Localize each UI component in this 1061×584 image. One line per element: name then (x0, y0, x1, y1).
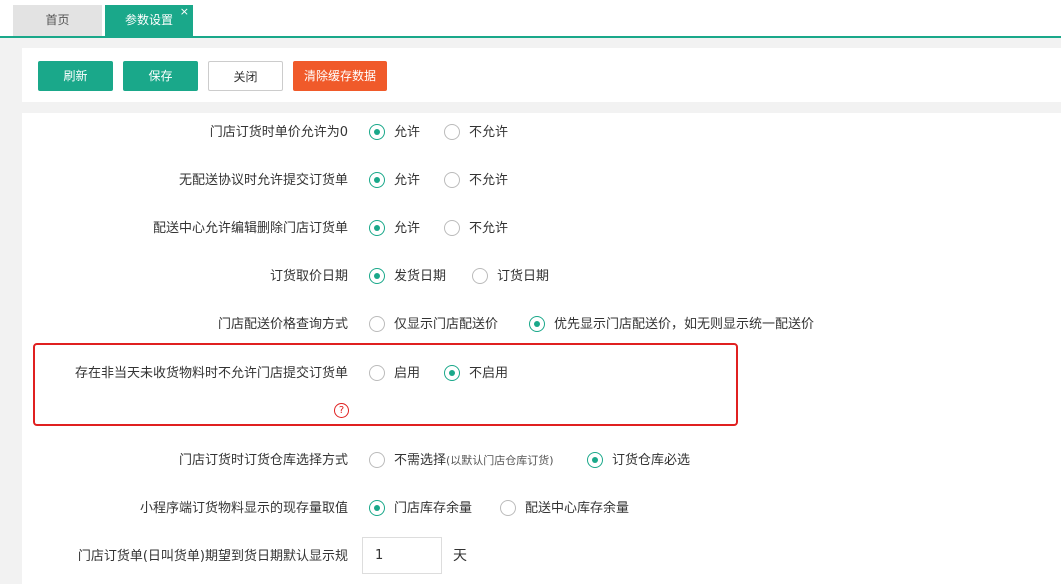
radio-label: 允许 (394, 173, 421, 188)
tab-bar: 首页 参数设置 × (0, 0, 1061, 36)
close-icon[interactable]: × (180, 0, 189, 27)
radio-unchecked-icon (444, 171, 460, 188)
radio-option[interactable]: 订货日期 (472, 267, 549, 287)
radio-note: (以默认门店仓库订货) (446, 454, 554, 467)
setting-row: 订货取价日期 发货日期 订货日期 (22, 262, 1061, 292)
radio-option[interactable]: 允许 (369, 219, 420, 239)
setting-row: 门店订货单(日叫货单)期望到货日期默认显示规 (22, 542, 1061, 572)
radio-checked-icon (369, 219, 385, 236)
radio-label: 不需选择 (394, 453, 447, 468)
radio-option[interactable]: 订货仓库必选 (587, 451, 690, 471)
radio-option[interactable]: 配送中心库存余量 (500, 499, 629, 519)
radio-label: 不允许 (469, 173, 509, 188)
setting-label: 小程序端订货物料显示的现存量取值 (139, 501, 348, 516)
radio-option[interactable]: 优先显示门店配送价，如无则显示统一配送价 (529, 315, 814, 335)
radio-checked-icon (369, 499, 385, 516)
radio-label: 订货日期 (497, 269, 550, 284)
setting-row: 门店订货时订货仓库选择方式 不需选择(以默认门店仓库订货) 订货仓库必选 (22, 446, 1061, 476)
radio-label: 发货日期 (394, 269, 447, 284)
setting-row: 门店订货时单价允许为0 允许 不允许 (22, 118, 1061, 148)
radio-unchecked-icon (369, 315, 385, 332)
setting-label: 订货取价日期 (269, 269, 348, 284)
setting-row: 配送中心允许编辑删除门店订货单 允许 不允许 (22, 214, 1061, 244)
radio-option[interactable]: 不需选择(以默认门店仓库订货) (369, 451, 554, 471)
radio-option[interactable]: 允许 (369, 123, 420, 143)
radio-checked-icon (369, 171, 385, 188)
setting-label: 无配送协议时允许提交订货单 (178, 173, 348, 188)
radio-label: 优先显示门店配送价，如无则显示统一配送价 (554, 317, 815, 332)
radio-option[interactable]: 发货日期 (369, 267, 446, 287)
setting-label: 门店配送价格查询方式 (217, 317, 348, 332)
radio-unchecked-icon (500, 499, 516, 516)
setting-label: 门店订货单(日叫货单)期望到货日期默认显示规 (77, 549, 348, 564)
radio-option[interactable]: 允许 (369, 171, 420, 191)
days-unit-label: 天 (453, 548, 467, 564)
setting-row: 无配送协议时允许提交订货单 允许 不允许 (22, 166, 1061, 196)
radio-option[interactable]: 仅显示门店配送价 (369, 315, 498, 335)
setting-label: 门店订货时单价允许为0 (209, 125, 348, 140)
setting-row: 门店配送价格查询方式 仅显示门店配送价 优先显示门店配送价，如无则显示统一配送价 (22, 310, 1061, 340)
radio-unchecked-icon (369, 451, 385, 468)
tab-home[interactable]: 首页 (13, 5, 102, 36)
radio-label: 订货仓库必选 (612, 453, 691, 468)
radio-label: 门店库存余量 (394, 501, 473, 516)
toolbar: 刷新 保存 关闭 清除缓存数据 (22, 48, 1061, 102)
expected-days-input[interactable] (362, 537, 442, 574)
radio-checked-icon (369, 123, 385, 140)
radio-unchecked-icon (444, 219, 460, 236)
highlight-box (33, 343, 738, 426)
radio-label: 配送中心库存余量 (525, 501, 630, 516)
setting-label: 门店订货时订货仓库选择方式 (178, 453, 348, 468)
setting-label: 配送中心允许编辑删除门店订货单 (152, 221, 348, 236)
radio-label: 允许 (394, 221, 421, 236)
radio-option[interactable]: 门店库存余量 (369, 499, 472, 519)
close-button[interactable]: 关闭 (208, 61, 283, 91)
refresh-button[interactable]: 刷新 (38, 61, 113, 91)
tab-underline (0, 36, 1061, 38)
radio-checked-icon (369, 267, 385, 284)
radio-unchecked-icon (444, 123, 460, 140)
radio-option[interactable]: 不允许 (444, 123, 508, 143)
save-button[interactable]: 保存 (123, 61, 198, 91)
setting-row: 小程序端订货物料显示的现存量取值 门店库存余量 配送中心库存余量 (22, 494, 1061, 524)
radio-checked-icon (529, 315, 545, 332)
radio-label: 不允许 (469, 221, 509, 236)
radio-option[interactable]: 不允许 (444, 171, 508, 191)
radio-unchecked-icon (472, 267, 488, 284)
radio-label: 仅显示门店配送价 (394, 317, 499, 332)
tab-settings-label: 参数设置 (124, 13, 173, 27)
radio-option[interactable]: 不允许 (444, 219, 508, 239)
clear-cache-button[interactable]: 清除缓存数据 (293, 61, 387, 91)
radio-checked-icon (587, 451, 603, 468)
radio-label: 不允许 (469, 125, 509, 140)
radio-label: 允许 (394, 125, 421, 140)
help-icon[interactable]: ? (334, 403, 349, 418)
tab-settings[interactable]: 参数设置 × (105, 5, 193, 36)
